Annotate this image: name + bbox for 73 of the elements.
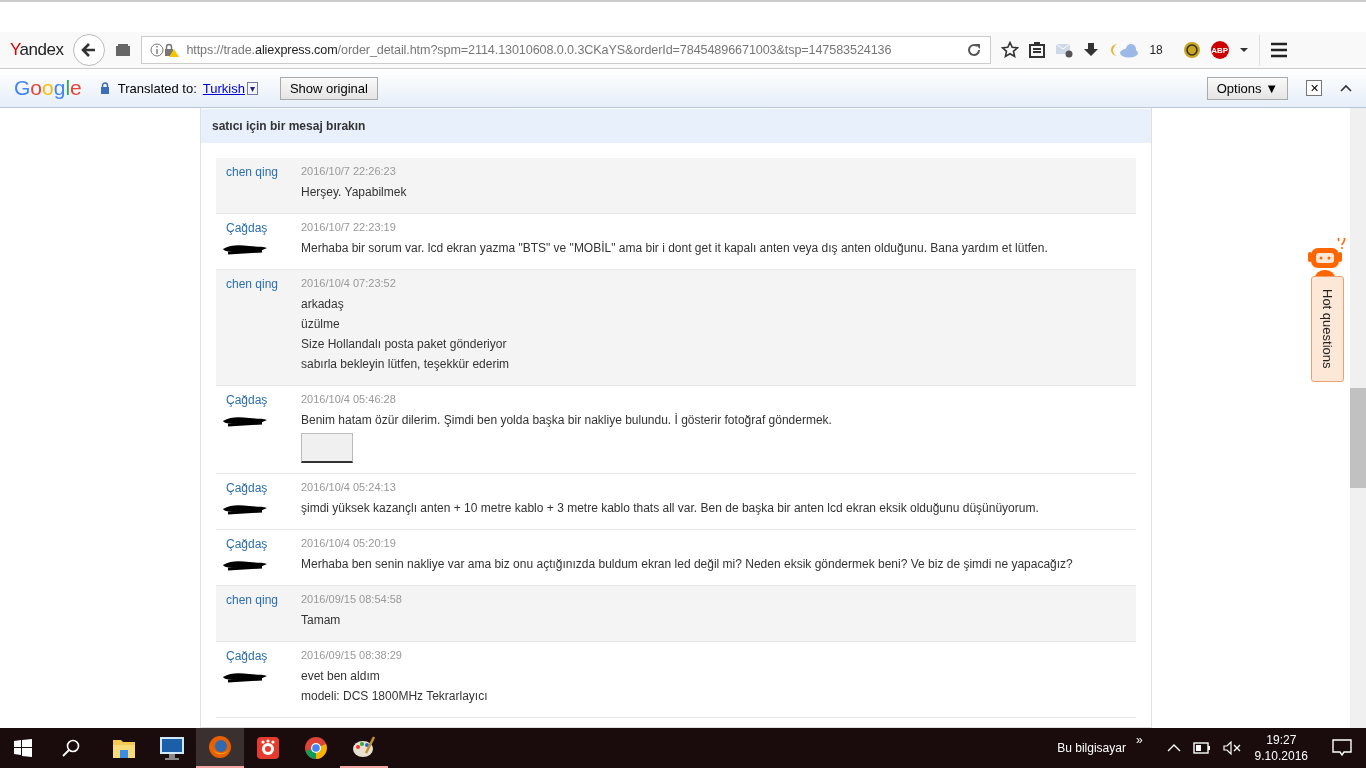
translated-label: Translated to: bbox=[117, 80, 197, 96]
sender-link[interactable]: chen qing bbox=[226, 165, 279, 179]
message-text: evet ben aldım bbox=[301, 669, 381, 683]
download-icon[interactable] bbox=[1083, 42, 1100, 58]
url-text: https://trade.aliexpress.com/order_detail.htm?spm=2114.13010608.0.0.3CKaYS&orderId=78454896671003&tsp=147583524136 bbox=[186, 43, 893, 57]
message-text: Merhaba ben senin nakliye var ama biz onu açtığınızda buldum ekran led değil mi? Neden eksik göndermek beni? Ve biz de şimdi ne yapacağız? bbox=[301, 557, 1074, 571]
message-text: Tamam bbox=[301, 613, 342, 627]
message-text: Size Hollandalı posta paket gönderiyor bbox=[301, 337, 508, 351]
message-time: 2016/10/4 05:46:28 bbox=[301, 393, 397, 405]
message-text: arkadaş bbox=[301, 297, 345, 311]
message-text: modeli: DCS 1800MHz Tekrarlayıcı bbox=[301, 689, 489, 703]
image-thumbnail[interactable] bbox=[301, 433, 353, 463]
google-logo: Google bbox=[14, 76, 82, 100]
robot-icon[interactable] bbox=[1306, 238, 1348, 278]
close-button[interactable]: ✕ bbox=[1306, 80, 1322, 96]
message-text: Benim hatam özür dilerim. Şimdi ben yolda başka bir nakliye bulundu. İ gösterir fotoğraf göndermek. bbox=[301, 413, 833, 427]
speaker-muted-icon[interactable] bbox=[1222, 741, 1241, 755]
toolbar-label[interactable]: Bu bilgisayar bbox=[1057, 741, 1126, 755]
language-link[interactable]: Turkish bbox=[202, 80, 245, 96]
star-icon[interactable] bbox=[1001, 41, 1020, 59]
message-text: şimdi yüksek kazançlı anten + 10 metre kablo + 3 metre kablo thats all var. Ben de başka bir anten lcd ekran eksik olduğunu düşünüyorum. bbox=[301, 501, 1040, 515]
caret-icon[interactable] bbox=[1238, 47, 1249, 53]
message-text: üzülme bbox=[301, 317, 341, 331]
tabs-icon[interactable] bbox=[115, 43, 132, 57]
options-button[interactable]: Options ▼ bbox=[1206, 76, 1288, 100]
menu-icon[interactable] bbox=[1269, 42, 1288, 58]
fox-globe-icon bbox=[208, 735, 232, 759]
browser-logo[interactable]: Yandex bbox=[10, 40, 64, 60]
hot-questions-tab[interactable]: Hot questions bbox=[1310, 276, 1344, 382]
scroll-up-icon[interactable] bbox=[1340, 84, 1352, 92]
show-original-button[interactable]: Show original bbox=[279, 76, 378, 100]
palette-icon bbox=[352, 735, 376, 759]
sender-link[interactable]: chen qing bbox=[226, 593, 279, 607]
camera-app-icon bbox=[256, 736, 280, 760]
battery-icon[interactable] bbox=[1192, 742, 1211, 754]
sender-link[interactable]: Çağdaş bbox=[226, 393, 268, 407]
folder-icon bbox=[112, 737, 136, 759]
message-text: Merhaba bir sorum var. lcd ekran yazma "BTS" ve "MOBİL" ama bir i dont get it kapalı anten veya dış anten olduğunu. Bana yardım et lütfen. bbox=[301, 241, 1049, 255]
sender-link[interactable]: Çağdaş bbox=[226, 649, 268, 663]
adblock-button[interactable]: ABP bbox=[1210, 41, 1229, 59]
scrollbar[interactable] bbox=[1350, 108, 1366, 728]
message-time: 2016/10/4 07:23:52 bbox=[301, 277, 397, 289]
monitor-icon bbox=[159, 736, 185, 760]
site-info-icon bbox=[150, 42, 181, 58]
sender-link[interactable]: Çağdaş bbox=[226, 481, 268, 495]
message-text: sabırla bekleyin lütfen, teşekkür ederim bbox=[301, 357, 511, 371]
message-time: 2016/10/4 05:20:19 bbox=[301, 537, 397, 549]
temperature-text: 18 bbox=[1149, 43, 1163, 57]
clipboard-icon[interactable] bbox=[1029, 42, 1046, 58]
reload-icon[interactable] bbox=[966, 42, 983, 58]
message-time: 2016/10/4 05:24:13 bbox=[301, 481, 397, 493]
chevron-up-icon[interactable] bbox=[1166, 743, 1181, 753]
taskbar-app[interactable] bbox=[196, 728, 244, 768]
panel-title: satıcı için bir mesaj bırakın bbox=[201, 109, 1151, 143]
message-time: 2016/10/7 22:26:23 bbox=[301, 165, 397, 177]
mail-icon[interactable] bbox=[1055, 42, 1074, 58]
clock[interactable]: 19:27 9.10.2016 bbox=[1254, 732, 1308, 764]
notification-icon[interactable] bbox=[1332, 739, 1352, 757]
toolbar-expand[interactable]: » bbox=[1135, 733, 1143, 747]
address-bar[interactable]: https://trade.aliexpress.com/order_detail.htm?spm=2114.13010608.0.0.3CKaYS&orderId=78454896671003&tsp=147583524136 bbox=[141, 36, 992, 64]
language-dropdown[interactable]: ▾ bbox=[246, 81, 258, 95]
sender-link[interactable]: chen qing bbox=[226, 277, 279, 291]
lock-icon bbox=[99, 82, 110, 94]
windows-start-icon[interactable] bbox=[14, 739, 32, 757]
chrome-icon bbox=[304, 736, 328, 760]
sender-link[interactable]: Çağdaş bbox=[226, 221, 268, 235]
search-icon[interactable] bbox=[62, 739, 80, 757]
message-text: Herşey. Yapabilmek bbox=[301, 185, 408, 199]
message-time: 2016/09/15 08:38:29 bbox=[301, 649, 403, 661]
back-button[interactable] bbox=[73, 34, 106, 66]
message-time: 2016/09/15 08:54:58 bbox=[301, 593, 403, 605]
sender-link[interactable]: Çağdaş bbox=[226, 537, 268, 551]
message-time: 2016/10/7 22:23:19 bbox=[301, 221, 397, 233]
